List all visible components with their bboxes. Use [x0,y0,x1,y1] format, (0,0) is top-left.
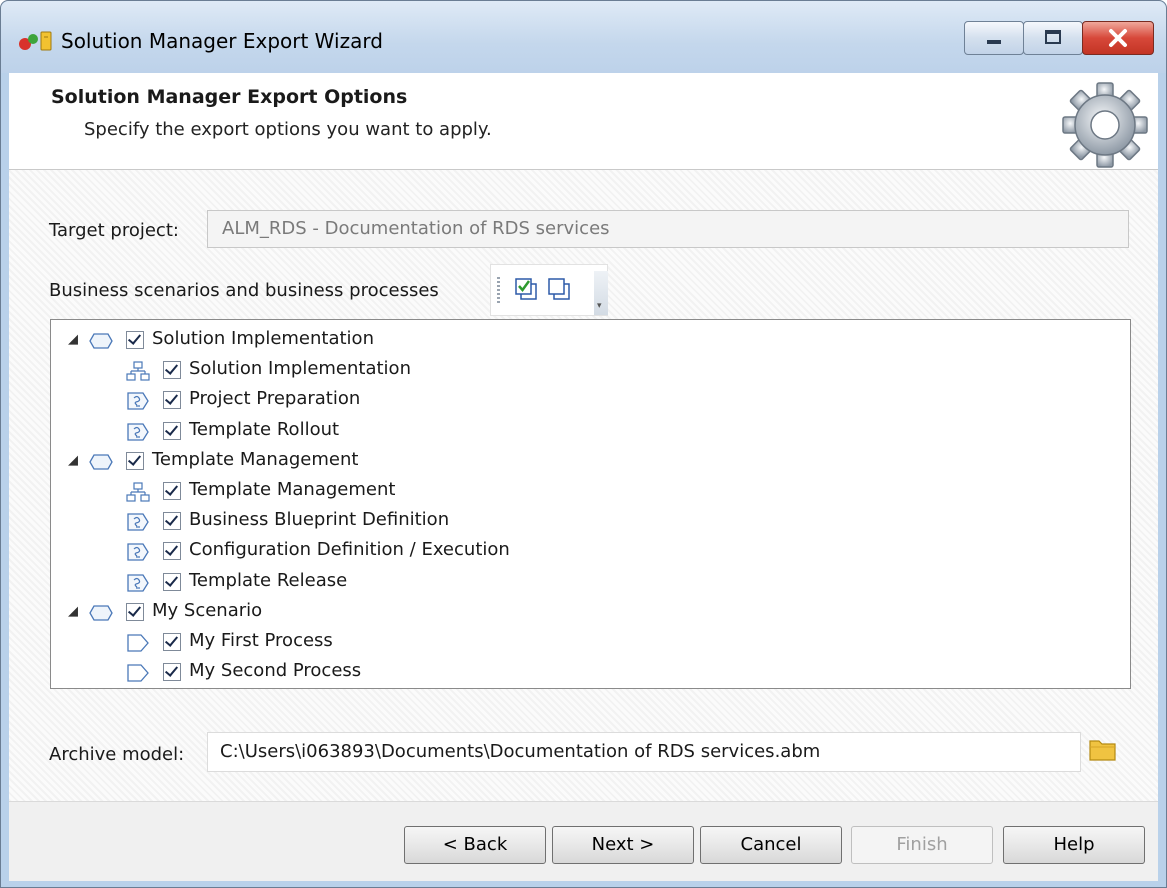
gear-icon [1062,82,1148,168]
tree-checkbox[interactable] [163,663,181,682]
scenario-icon [89,330,113,352]
tree-item-label: Template Release [189,569,348,591]
chevron-down-icon: ▾ [597,301,602,311]
tree-checkbox[interactable] [126,602,144,621]
tree-scenario-row[interactable]: ◢ My Scenario [51,599,1121,629]
page-subtitle: Specify the export options you want to a… [84,119,492,140]
tree-item-label: Configuration Definition / Execution [189,539,510,561]
app-icon [19,31,52,51]
tree-scenario-row[interactable]: ◢ Solution Implementation [51,327,1121,357]
close-icon [1109,29,1127,47]
tree-checkbox[interactable] [163,361,181,380]
tree-item-label: Solution Implementation [189,358,411,380]
tree-item-label: Template Management [152,448,359,470]
tree-process-row[interactable]: Business Blueprint Definition [51,508,1121,538]
page-title: Solution Manager Export Options [51,86,408,108]
expand-toggle-icon[interactable]: ◢ [68,332,78,347]
wizard-content: Target project: ALM_RDS - Documentation … [9,170,1158,801]
window-title: Solution Manager Export Wizard [61,29,383,53]
archive-model-label: Archive model: [49,744,185,765]
expand-toggle-icon[interactable]: ◢ [68,604,78,619]
tree-checkbox[interactable] [163,482,181,500]
tree-checkbox[interactable] [163,391,181,410]
wizard-header: Solution Manager Export Options Specify … [9,73,1158,170]
tree-scenario-row[interactable]: ◢ Template Management [51,448,1121,478]
tree-item-label: My First Process [189,630,333,651]
process-step-icon [126,390,150,412]
toolbar-overflow-button[interactable]: ▾ [594,271,608,315]
tree-process-row[interactable]: Solution Implementation [51,357,1121,387]
process-hierarchy-icon [126,360,150,382]
process-icon [126,632,150,654]
close-button[interactable] [1082,21,1154,55]
tree-item-label: Solution Implementation [152,328,374,349]
uncheck-all-icon[interactable] [546,277,572,301]
tree-process-row[interactable]: Template Management [51,478,1121,508]
scenario-icon [89,602,113,624]
target-project-label: Target project: [49,220,179,241]
tree-checkbox[interactable] [163,421,181,440]
tree-checkbox[interactable] [163,572,181,591]
tree-item-label: Template Rollout [189,418,340,440]
wizard-footer: < Back Next > Cancel Finish Help [9,801,1158,881]
tree-process-row[interactable]: My Second Process [51,659,1121,689]
tree-item-label: Template Management [189,479,396,500]
tree-process-row[interactable]: Project Preparation [51,387,1121,417]
business-process-tree[interactable]: ◢ Solution Implementation Solution Impleme… [50,319,1131,689]
scenario-icon [89,451,113,473]
finish-button[interactable]: Finish [851,826,993,864]
tree-checkbox[interactable] [163,633,181,651]
tree-checkbox[interactable] [163,542,181,561]
folder-browse-icon[interactable] [1088,737,1118,763]
help-button[interactable]: Help [1003,826,1145,864]
title-bar[interactable]: Solution Manager Export Wizard [1,1,1166,73]
process-icon [126,662,150,684]
tree-process-row[interactable]: Configuration Definition / Execution [51,538,1121,568]
tree-toolbar: ▾ [490,264,608,316]
next-button[interactable]: Next > [552,826,694,864]
tree-item-label: Project Preparation [189,388,361,410]
check-all-icon[interactable] [513,277,539,301]
process-step-icon [126,511,150,533]
tree-item-label: My Second Process [189,660,362,682]
minimize-icon [987,40,1001,44]
maximize-icon [1045,30,1061,44]
tree-checkbox[interactable] [126,451,144,470]
tree-process-row[interactable]: Template Rollout [51,418,1121,448]
expand-toggle-icon[interactable]: ◢ [68,453,78,468]
wizard-window: Solution Manager Export Wizard Solution … [0,0,1167,888]
process-step-icon [126,421,150,443]
tree-item-label: Business Blueprint Definition [189,509,450,531]
back-button[interactable]: < Back [404,826,546,864]
tree-process-row[interactable]: My First Process [51,629,1121,659]
process-step-icon [126,572,150,594]
process-step-icon [126,541,150,563]
minimize-button[interactable] [964,21,1024,55]
toolbar-grip[interactable] [497,277,500,303]
business-processes-label: Business scenarios and business processe… [49,280,439,301]
tree-process-row[interactable]: Template Release [51,569,1121,599]
tree-checkbox[interactable] [126,331,144,349]
archive-model-input[interactable]: C:\Users\i063893\Documents\Documentation… [207,732,1081,772]
target-project-field: ALM_RDS - Documentation of RDS services [207,210,1129,248]
cancel-button[interactable]: Cancel [700,826,842,864]
tree-item-label: My Scenario [152,599,263,621]
tree-checkbox[interactable] [163,512,181,531]
process-hierarchy-icon [126,481,150,503]
maximize-button[interactable] [1023,21,1083,55]
